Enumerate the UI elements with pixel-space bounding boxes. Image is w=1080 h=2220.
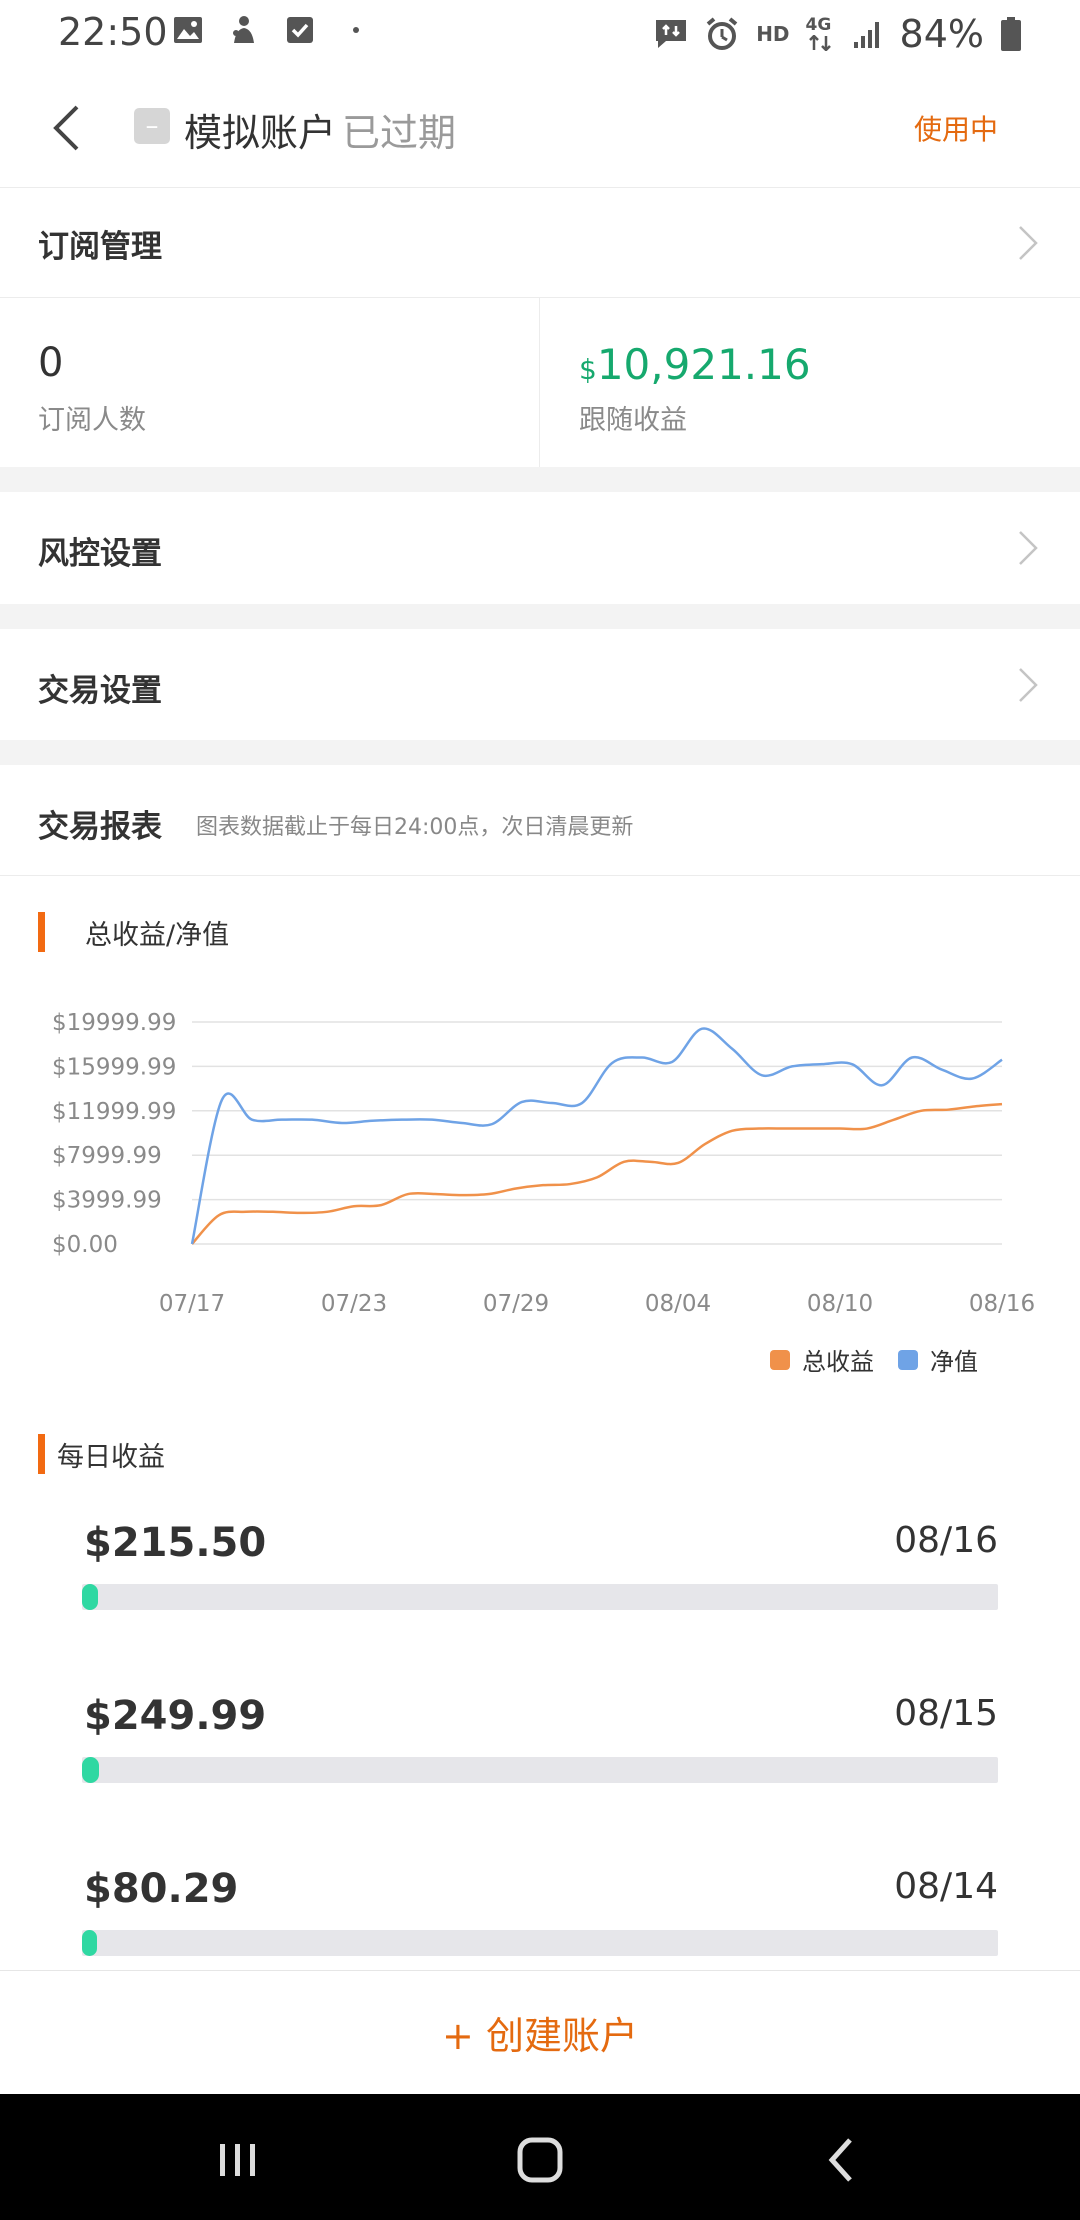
trade-report-note: 图表数据截止于每日24:00点，次日清晨更新: [196, 815, 634, 840]
back-button[interactable]: [38, 94, 94, 162]
daily-date: 08/15: [894, 1693, 998, 1734]
list-item[interactable]: $215.50 08/16: [82, 1520, 998, 1640]
trade-settings-row[interactable]: 交易设置: [0, 629, 1080, 740]
trade-report-title: 交易报表: [38, 809, 162, 845]
risk-settings-row[interactable]: 风控设置: [0, 492, 1080, 604]
y-tick-label: $15999.99: [52, 1054, 176, 1080]
battery-percent: 84%: [899, 12, 984, 56]
section-divider: [0, 604, 1080, 629]
network-indicator: 4G: [806, 15, 836, 53]
x-tick-label: 07/17: [159, 1291, 225, 1317]
y-tick-label: $7999.99: [52, 1143, 162, 1169]
account-name: 模拟账户: [184, 111, 337, 155]
back-arrow-icon: [53, 105, 79, 151]
chevron-right-icon: [1019, 531, 1038, 565]
chevron-right-icon: [1019, 226, 1038, 260]
gallery-icon: [172, 14, 204, 46]
checkbox-icon: [284, 14, 316, 46]
daily-progress-fill: [82, 1930, 97, 1956]
subscribers-stat: 0 订阅人数: [0, 298, 540, 468]
daily-amount: $249.99: [84, 1693, 267, 1739]
hd-indicator: HD: [756, 22, 790, 46]
section-divider: [0, 467, 1080, 492]
dot-icon: [340, 14, 372, 46]
daily-date: 08/14: [894, 1866, 998, 1907]
back-nav-icon[interactable]: [812, 2130, 872, 2190]
x-tick-label: 07/29: [483, 1291, 549, 1317]
legend-swatch: [770, 1349, 790, 1370]
follow-profit-label: 跟随收益: [579, 405, 687, 436]
accent-bar: [38, 912, 45, 952]
status-notification-icons: [172, 14, 372, 46]
subscription-title: 订阅管理: [38, 229, 162, 265]
chevron-right-icon: [1019, 668, 1038, 702]
account-status: 已过期: [342, 111, 457, 155]
daily-progress-fill: [82, 1757, 100, 1783]
subscribers-label: 订阅人数: [38, 405, 146, 436]
alarm-icon: [706, 17, 738, 50]
x-tick-label: 08/04: [645, 1291, 711, 1317]
signal-icon: [853, 22, 879, 48]
daily-progress-fill: [82, 1584, 98, 1610]
y-tick-label: $11999.99: [52, 1099, 176, 1125]
chart-svg: $0.00 $3999.99 $7999.99 $11999.99 $15999.99 $…: [52, 1010, 1035, 1317]
assistant-icon: [228, 14, 260, 46]
legend-swatch: [898, 1349, 918, 1370]
recent-apps-icon[interactable]: [208, 2130, 268, 2190]
daily-title: 每日收益: [57, 1441, 165, 1473]
status-system-icons: HD 4G 84%: [654, 12, 1022, 56]
in-use-status[interactable]: 使用中: [914, 108, 998, 148]
status-time: 22:50: [58, 10, 168, 54]
daily-section-label: 每日收益: [38, 1434, 165, 1474]
follow-profit-value: $10,921.16: [579, 340, 811, 389]
daily-amount: $215.50: [84, 1520, 267, 1566]
list-item[interactable]: $80.29 08/14: [82, 1866, 998, 1986]
subscription-stats: 0 订阅人数 $10,921.16 跟随收益: [0, 297, 1080, 468]
daily-progress-track: [82, 1757, 998, 1783]
section-divider: [0, 740, 1080, 765]
daily-progress-track: [82, 1584, 998, 1610]
legend-item-equity[interactable]: 净值: [898, 1342, 978, 1377]
x-tick-label: 07/23: [321, 1291, 387, 1317]
risk-settings-title: 风控设置: [38, 536, 162, 572]
daily-amount: $80.29: [84, 1866, 239, 1912]
chart-legend: 总收益 净值: [770, 1342, 978, 1377]
trade-settings-title: 交易设置: [38, 673, 162, 709]
header: – 模拟账户 已过期 使用中: [0, 68, 1080, 188]
x-tick-label: 08/10: [807, 1291, 873, 1317]
y-tick-label: $0.00: [52, 1232, 118, 1258]
legend-label: 总收益: [802, 1348, 874, 1376]
home-icon[interactable]: [510, 2130, 570, 2190]
create-account-button[interactable]: + 创建账户: [0, 1970, 1080, 2094]
subscription-management-row[interactable]: 订阅管理: [0, 189, 1080, 297]
profit-equity-chart: $0.00 $3999.99 $7999.99 $11999.99 $15999.99 $…: [0, 980, 1080, 1350]
total-profit-series-line: [191, 1102, 1003, 1245]
accent-bar: [38, 1434, 45, 1474]
list-item[interactable]: $249.99 08/15: [82, 1693, 998, 1813]
follow-profit-stat: $10,921.16 跟随收益: [541, 298, 1080, 468]
y-tick-label: $19999.99: [52, 1010, 176, 1036]
battery-icon: [1001, 17, 1021, 51]
message-icon: [656, 20, 687, 48]
trade-report-header: 交易报表 图表数据截止于每日24:00点，次日清晨更新: [0, 765, 1080, 876]
x-tick-label: 08/16: [969, 1291, 1035, 1317]
legend-label: 净值: [930, 1348, 978, 1376]
daily-date: 08/16: [894, 1520, 998, 1561]
system-nav-bar: [0, 2094, 1080, 2220]
daily-progress-track: [82, 1930, 998, 1956]
subscribers-count: 0: [38, 340, 64, 386]
legend-item-total-profit[interactable]: 总收益: [770, 1342, 874, 1377]
chart-title: 总收益/净值: [85, 919, 230, 951]
y-tick-label: $3999.99: [52, 1188, 162, 1214]
chart-section-label: 总收益/净值: [38, 912, 229, 952]
status-bar: 22:50 HD 4G 84%: [0, 0, 1080, 68]
account-type-icon: –: [134, 108, 170, 144]
